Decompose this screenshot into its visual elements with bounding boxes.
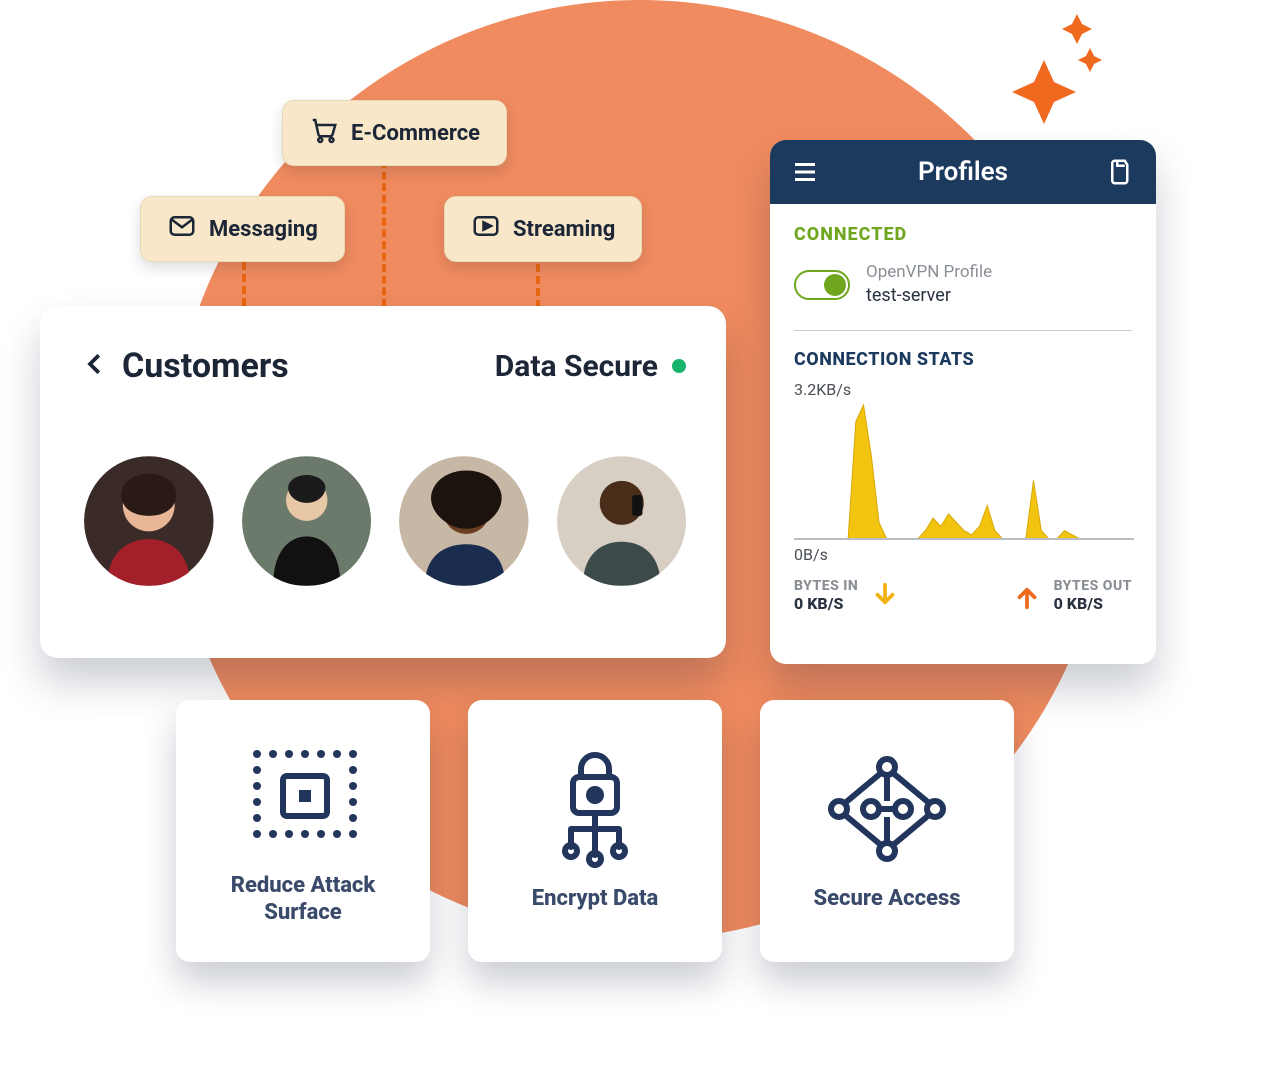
avatar[interactable] — [242, 456, 372, 586]
arrow-down-icon — [870, 581, 900, 611]
attack-surface-icon — [233, 736, 373, 856]
connected-label: CONNECTED — [794, 224, 1132, 245]
connector-line — [382, 160, 386, 330]
feature-title: Secure Access — [813, 885, 960, 913]
chip-messaging[interactable]: Messaging — [140, 196, 345, 262]
chip-streaming[interactable]: Streaming — [444, 196, 642, 262]
feature-reduce-attack[interactable]: Reduce Attack Surface — [176, 700, 430, 962]
profile-name: test-server — [866, 284, 992, 308]
chip-label: E-Commerce — [351, 121, 480, 146]
feature-secure-access[interactable]: Secure Access — [760, 700, 1014, 962]
avatar[interactable] — [84, 456, 214, 586]
chip-label: Streaming — [513, 217, 615, 242]
bytes-out-value: 0 KB/S — [1054, 594, 1132, 613]
customers-title: Customers — [122, 346, 289, 386]
bytes-in-label: BYTES IN — [794, 578, 858, 594]
status-dot-icon — [672, 359, 686, 373]
hamburger-icon[interactable] — [790, 157, 820, 187]
throughput-chart — [794, 401, 1132, 541]
profiles-panel: Profiles CONNECTED OpenVPN Profile test-… — [770, 140, 1156, 664]
avatar[interactable] — [557, 456, 687, 586]
chart-y-min: 0B/s — [794, 545, 1132, 564]
chart-y-max: 3.2KB/s — [794, 380, 1132, 399]
divider — [794, 330, 1132, 331]
chevron-left-icon[interactable] — [80, 349, 110, 383]
feature-title: Reduce Attack Surface — [194, 872, 412, 927]
mail-icon — [167, 211, 197, 247]
profiles-title: Profiles — [918, 157, 1008, 187]
avatar[interactable] — [399, 456, 529, 586]
data-secure-label: Data Secure — [495, 349, 658, 384]
connection-toggle[interactable] — [794, 270, 850, 300]
import-icon[interactable] — [1106, 157, 1136, 187]
play-icon — [471, 211, 501, 247]
feature-title: Encrypt Data — [532, 885, 658, 913]
cart-icon — [309, 115, 339, 151]
profile-type-label: OpenVPN Profile — [866, 261, 992, 284]
encrypt-icon — [525, 749, 665, 869]
arrow-up-icon — [1012, 581, 1042, 611]
sparkle-icon — [990, 10, 1110, 130]
chip-ecommerce[interactable]: E-Commerce — [282, 100, 507, 166]
chip-label: Messaging — [209, 217, 318, 242]
bytes-out-label: BYTES OUT — [1054, 578, 1132, 594]
connection-stats-title: CONNECTION STATS — [794, 349, 1132, 370]
feature-encrypt-data[interactable]: Encrypt Data — [468, 700, 722, 962]
profiles-header: Profiles — [770, 140, 1156, 204]
secure-access-icon — [817, 749, 957, 869]
bytes-in-value: 0 KB/S — [794, 594, 858, 613]
customers-card: Customers Data Secure — [40, 306, 726, 658]
